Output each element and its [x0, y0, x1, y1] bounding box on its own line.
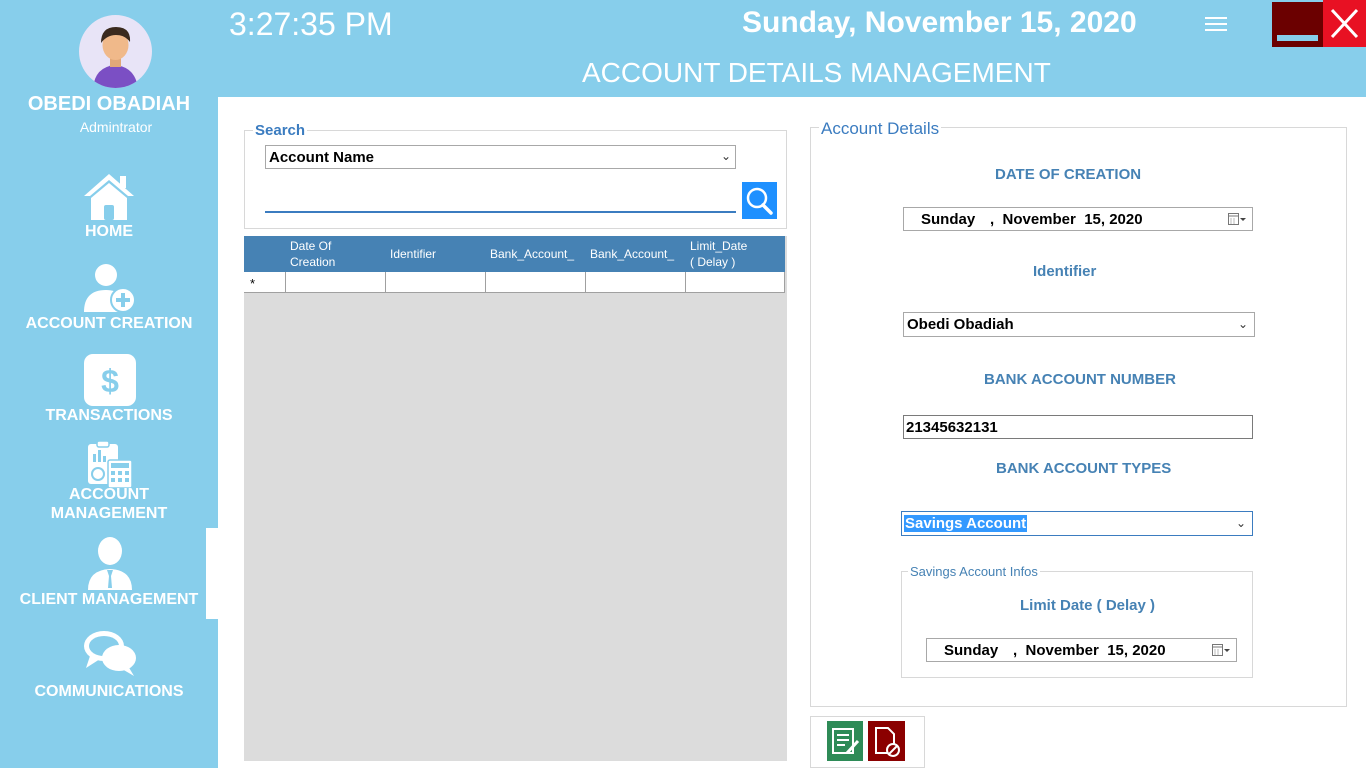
home-icon: [84, 174, 134, 220]
column-header-limit-date[interactable]: Limit_Date ( Delay ): [690, 236, 782, 272]
nav-communications-label: COMMUNICATIONS: [34, 683, 184, 700]
date-of-creation-picker[interactable]: Sunday , November 15, 2020: [903, 207, 1253, 231]
identifier-select[interactable]: Obedi Obadiah ⌄: [903, 312, 1255, 337]
chevron-down-icon: ⌄: [720, 149, 731, 163]
account-type-value: Savings Account: [904, 515, 1028, 532]
search-field-value: Account Name: [269, 149, 375, 166]
nav-communications[interactable]: COMMUNICATIONS: [0, 628, 218, 704]
nav-client-management[interactable]: CLIENT MANAGEMENT: [0, 536, 218, 612]
magnifier-icon: [746, 187, 773, 215]
nav-account-management-label-2: MANAGEMENT: [50, 505, 168, 522]
nav-transactions-label: TRANSACTIONS: [45, 407, 173, 424]
close-button[interactable]: [1323, 0, 1366, 47]
grid-cell[interactable]: [686, 272, 785, 293]
limit-date-picker[interactable]: Sunday , November 15, 2020: [926, 638, 1237, 662]
minimize-button[interactable]: [1272, 2, 1323, 47]
chevron-down-icon: ⌄: [1235, 516, 1246, 530]
grid-header: Date Of Creation Identifier Bank_Account…: [244, 236, 785, 272]
clock: 3:27:35 PM: [229, 6, 393, 42]
search-field-select[interactable]: Account Name ⌄: [265, 145, 736, 169]
limit-date-day: Sunday: [944, 642, 999, 659]
save-button[interactable]: [827, 721, 863, 761]
hamburger-icon[interactable]: [1205, 17, 1227, 35]
date-of-creation-day: Sunday: [921, 211, 976, 228]
minimize-icon: [1277, 35, 1318, 41]
limit-date-date: , November 15, 2020: [1013, 642, 1166, 659]
search-button[interactable]: [742, 182, 777, 219]
add-user-icon: [84, 264, 136, 313]
account-number-input[interactable]: [903, 415, 1253, 439]
chat-bubbles-icon: [84, 631, 136, 676]
search-input[interactable]: [265, 185, 736, 213]
nav-account-creation[interactable]: ACCOUNT CREATION: [0, 262, 218, 334]
dollar-icon: $: [84, 354, 136, 406]
user-role: Admintrator: [79, 119, 153, 135]
account-type-select[interactable]: Savings Account ⌄: [901, 511, 1253, 536]
nav-transactions[interactable]: $ TRANSACTIONS: [0, 354, 218, 426]
page-title: ACCOUNT DETAILS MANAGEMENT: [582, 57, 1051, 88]
column-header-bank-account-type[interactable]: Bank_Account_: [590, 236, 682, 272]
account-number-label: BANK ACCOUNT NUMBER: [984, 371, 1176, 388]
column-header-bank-account-number[interactable]: Bank_Account_: [490, 236, 582, 272]
user-name: OBEDI OBADIAH: [27, 93, 191, 115]
grid-cell[interactable]: [586, 272, 686, 293]
grid-cell[interactable]: [286, 272, 386, 293]
column-header-identifier[interactable]: Identifier: [390, 236, 486, 272]
account-types-label: BANK ACCOUNT TYPES: [996, 460, 1172, 477]
nav-home[interactable]: HOME: [0, 172, 218, 242]
avatar: [79, 15, 152, 88]
savings-account-infos-legend: Savings Account Infos: [908, 564, 1040, 579]
edit-document-icon: [832, 728, 860, 755]
client-icon: [88, 537, 132, 590]
date-of-creation-date: , November 15, 2020: [990, 211, 1143, 228]
nav-account-management[interactable]: ACCOUNT MANAGEMENT: [0, 440, 218, 524]
nav-client-management-label: CLIENT MANAGEMENT: [19, 591, 199, 608]
date-of-creation-label: DATE OF CREATION: [995, 166, 1142, 183]
identifier-value: Obedi Obadiah: [907, 316, 1014, 333]
grid-cell[interactable]: [386, 272, 486, 293]
table-row[interactable]: *: [244, 272, 785, 293]
sidebar: OBEDI OBADIAH Admintrator HOME ACCOUNT C…: [0, 0, 218, 768]
date-display: Sunday, November 15, 2020: [742, 6, 1137, 39]
identifier-label: Identifier: [1033, 263, 1097, 280]
close-icon: [1330, 8, 1359, 39]
search-legend: Search: [253, 122, 308, 139]
chevron-down-icon: ⌄: [1237, 317, 1248, 331]
account-details-legend: Account Details: [819, 119, 942, 139]
nav-home-label: HOME: [85, 223, 133, 240]
limit-date-label: Limit Date ( Delay ): [1020, 597, 1156, 614]
grid-cell[interactable]: [486, 272, 586, 293]
accounts-grid[interactable]: Date Of Creation Identifier Bank_Account…: [244, 236, 787, 761]
cancel-document-icon: [875, 727, 900, 757]
cancel-button[interactable]: [868, 721, 905, 761]
calendar-dropdown-icon: [1228, 213, 1246, 225]
nav-account-management-label-1: ACCOUNT: [69, 486, 149, 503]
calendar-dropdown-icon: [1212, 644, 1230, 656]
column-header-date-of-creation[interactable]: Date Of Creation: [290, 236, 386, 272]
calculator-clipboard-icon: [88, 440, 133, 488]
nav-account-creation-label: ACCOUNT CREATION: [25, 315, 193, 332]
new-row-marker: *: [244, 272, 286, 293]
svg-text:$: $: [101, 363, 119, 399]
